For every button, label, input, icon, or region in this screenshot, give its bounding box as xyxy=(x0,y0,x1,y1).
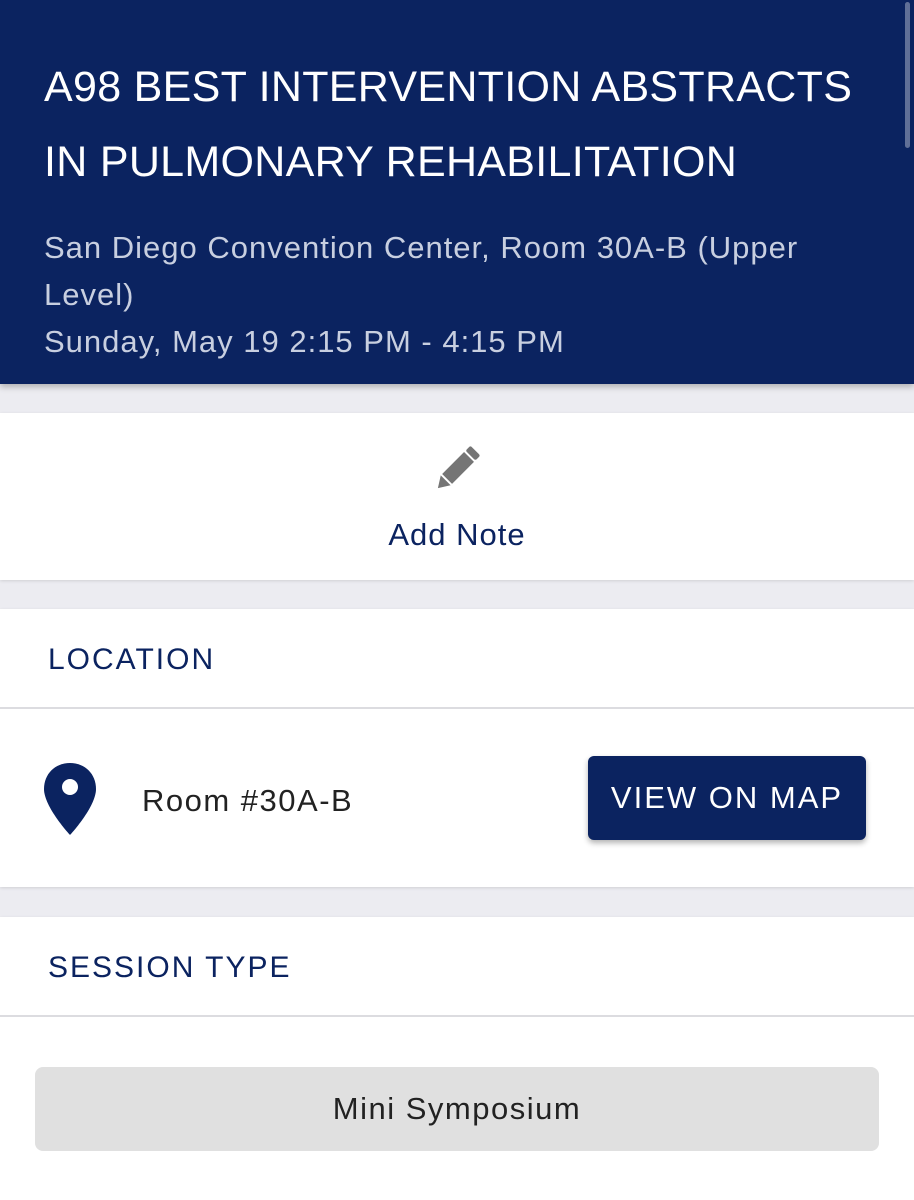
scroll-indicator[interactable] xyxy=(905,2,910,148)
session-datetime: Sunday, May 19 2:15 PM - 4:15 PM xyxy=(44,324,565,359)
session-type-header: SESSION TYPE xyxy=(0,917,914,1017)
room-label: Room #30A-B xyxy=(142,783,354,818)
session-venue: San Diego Convention Center, Room 30A-B … xyxy=(44,230,799,312)
add-note-label: Add Note xyxy=(388,517,526,552)
view-on-map-button[interactable]: VIEW ON MAP xyxy=(588,756,866,840)
location-row: Room #30A-B VIEW ON MAP xyxy=(0,709,914,885)
location-header: LOCATION xyxy=(0,609,914,709)
add-note-card[interactable]: Add Note xyxy=(0,413,914,580)
map-pin-icon xyxy=(44,763,96,835)
location-card: LOCATION Room #30A-B VIEW ON MAP xyxy=(0,609,914,887)
session-type-chip: Mini Symposium xyxy=(35,1067,879,1151)
session-header: A98 BEST INTERVENTION ABSTRACTS IN PULMO… xyxy=(0,0,914,384)
session-type-card: SESSION TYPE Mini Symposium xyxy=(0,917,914,1200)
session-title: A98 BEST INTERVENTION ABSTRACTS IN PULMO… xyxy=(44,63,853,186)
pencil-icon xyxy=(437,446,480,489)
